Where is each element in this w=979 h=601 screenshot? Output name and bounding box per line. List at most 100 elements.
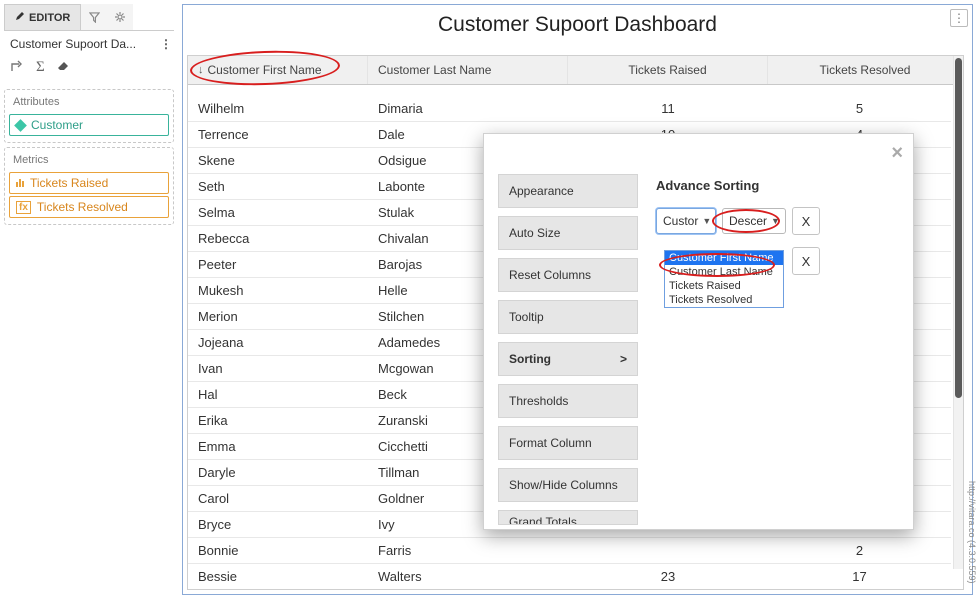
settings-modal: × Appearance Auto Size Reset Columns Too… [483,133,914,530]
sigma-icon[interactable]: Σ [36,59,45,77]
menu-appearance[interactable]: Appearance [498,174,638,208]
cell-first-name: Selma [188,200,368,225]
editor-panel: EDITOR Customer Supoort Da... ⋮ Σ Attrib… [4,4,174,225]
cell-first-name: Ivan [188,356,368,381]
editor-tab-bar: EDITOR [4,4,174,31]
dropdown-option[interactable]: Tickets Resolved [665,293,783,307]
scrollbar-thumb[interactable] [955,58,962,398]
dropdown-option[interactable]: Tickets Raised [665,279,783,293]
metrics-panel: Metrics Tickets Raised fx Tickets Resolv… [4,147,174,225]
column-header-tickets-raised[interactable]: Tickets Raised [568,56,768,84]
menu-thresholds[interactable]: Thresholds [498,384,638,418]
vector-tool-icon[interactable] [10,59,24,77]
cell-tickets-raised: 11 [568,96,768,121]
table-row[interactable]: BonnieFarris 2 [188,538,951,564]
cell-first-name: Peeter [188,252,368,277]
menu-sorting-label: Sorting [509,352,551,366]
cell-first-name: Bessie [188,564,368,589]
attribute-label: Customer [31,118,83,132]
editor-tab-label: EDITOR [29,12,70,24]
fx-icon: fx [16,201,31,214]
chevron-down-icon: ▼ [771,216,780,226]
editor-tab[interactable]: EDITOR [4,4,81,30]
cell-tickets-raised [568,538,768,563]
dashboard-menu-button[interactable]: ⋮ [950,9,968,27]
table-row[interactable]: BessieWalters2317 [188,564,951,589]
dashboard-name-label: Customer Supoort Da... [10,37,136,51]
sort-column-select-1[interactable]: Custor ▼ [656,208,716,234]
filter-tab[interactable] [81,4,107,30]
sort-direction-select-1[interactable]: Descer ▼ [722,208,786,234]
remove-sort-button-1[interactable]: X [792,207,820,235]
sort-column-dropdown: Customer First Name Customer Last Name T… [664,250,784,308]
menu-sorting[interactable]: Sorting > [498,342,638,376]
settings-tab[interactable] [107,4,133,30]
bars-icon [16,179,24,187]
cell-last-name: Walters [368,564,568,589]
cell-tickets-resolved: 17 [768,564,951,589]
remove-sort-button-2[interactable]: X [792,247,820,275]
column-header-last-name[interactable]: Customer Last Name [368,56,568,84]
editor-tool-row: Σ [4,57,174,85]
cell-first-name: Mukesh [188,278,368,303]
dashboard-menu-dots[interactable]: ⋮ [160,37,172,51]
cell-first-name: Jojeana [188,330,368,355]
menu-grand-totals[interactable]: Grand Totals [498,510,638,525]
modal-menu-column: Appearance Auto Size Reset Columns Toolt… [498,174,638,515]
select-value: Descer [729,214,767,228]
cell-first-name: Bonnie [188,538,368,563]
metric-label: Tickets Raised [30,176,108,190]
column-header-first-name[interactable]: ↓ Customer First Name [188,56,368,84]
menu-tooltip[interactable]: Tooltip [498,300,638,334]
cell-tickets-raised: 23 [568,564,768,589]
dropdown-option[interactable]: Customer Last Name [665,265,783,279]
diamond-icon [14,119,27,132]
vertical-scrollbar[interactable] [953,56,963,569]
sort-row-1: Custor ▼ Descer ▼ X [656,207,899,235]
metric-tag-raised[interactable]: Tickets Raised [9,172,169,194]
column-header-tickets-resolved[interactable]: Tickets Resolved [768,56,963,84]
metric-label: Tickets Resolved [37,200,128,214]
menu-format-column[interactable]: Format Column [498,426,638,460]
chevron-right-icon: > [620,352,627,366]
menu-reset-columns[interactable]: Reset Columns [498,258,638,292]
attributes-title: Attributes [9,94,169,112]
cell-first-name: Hal [188,382,368,407]
cell-last-name: Dimaria [368,96,568,121]
version-label: http://vitara.co (4.3.0.559) [965,467,977,597]
cell-first-name: Carol [188,486,368,511]
column-header-label: Tickets Raised [628,63,706,77]
cell-first-name: Wilhelm [188,96,368,121]
column-header-label: Customer First Name [208,63,322,77]
cell-first-name: Merion [188,304,368,329]
dashboard-name-row: Customer Supoort Da... ⋮ [4,31,174,57]
cell-first-name: Skene [188,148,368,173]
column-header-label: Customer Last Name [378,63,491,77]
cell-first-name: Bryce [188,512,368,537]
cell-tickets-resolved: 5 [768,96,951,121]
attribute-tag-customer[interactable]: Customer [9,114,169,136]
advance-sorting-title: Advance Sorting [656,178,899,193]
table-header-row: ↓ Customer First Name Customer Last Name… [188,56,963,85]
cell-first-name: Daryle [188,460,368,485]
dropdown-option[interactable]: Customer First Name [665,251,783,265]
menu-show-hide[interactable]: Show/Hide Columns [498,468,638,502]
cell-tickets-resolved: 2 [768,538,951,563]
metrics-title: Metrics [9,152,169,170]
pencil-icon [15,11,25,24]
cell-first-name: Seth [188,174,368,199]
attributes-panel: Attributes Customer [4,89,174,143]
menu-auto-size[interactable]: Auto Size [498,216,638,250]
select-value: Custor [663,214,698,228]
modal-close-button[interactable]: × [891,142,903,165]
modal-content: Advance Sorting Custor ▼ Descer ▼ X X [656,174,899,515]
cell-first-name: Terrence [188,122,368,147]
chevron-down-icon: ▼ [702,216,711,226]
cell-first-name: Emma [188,434,368,459]
metric-tag-resolved[interactable]: fx Tickets Resolved [9,196,169,218]
eraser-icon[interactable] [57,59,71,77]
cell-first-name: Erika [188,408,368,433]
column-header-label: Tickets Resolved [820,63,911,77]
table-row[interactable]: WilhelmDimaria115 [188,96,951,122]
cell-last-name: Farris [368,538,568,563]
